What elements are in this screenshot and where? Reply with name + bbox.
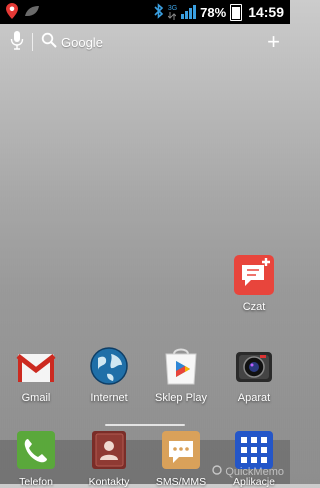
network-3g-icon: 3G bbox=[168, 5, 177, 20]
battery-icon bbox=[230, 3, 243, 21]
network-type-label: 3G bbox=[167, 4, 178, 12]
leaf-icon bbox=[24, 5, 40, 20]
app-label: Czat bbox=[242, 301, 266, 313]
app-label: SMS/MMS bbox=[155, 476, 207, 488]
gmail-icon bbox=[16, 346, 56, 386]
watermark-label: QuickMemo bbox=[225, 465, 284, 478]
google-label[interactable]: Google bbox=[61, 35, 103, 50]
phone-icon bbox=[16, 430, 56, 470]
dock-messaging[interactable]: SMS/MMS bbox=[145, 430, 217, 488]
app-play-store[interactable]: Sklep Play bbox=[145, 346, 217, 404]
app-label: Sklep Play bbox=[155, 392, 207, 404]
battery-percent: 78% bbox=[200, 4, 227, 20]
dock-applications[interactable]: Aplikacje bbox=[218, 430, 290, 488]
globe-icon bbox=[89, 346, 129, 386]
play-store-icon bbox=[161, 346, 201, 386]
app-label: Aparat bbox=[237, 392, 271, 404]
status-time: 14:59 bbox=[248, 4, 284, 20]
signal-bars-icon bbox=[181, 5, 197, 19]
app-internet[interactable]: Internet bbox=[73, 346, 145, 404]
app-label: Kontakty bbox=[88, 476, 130, 488]
chat-icon bbox=[234, 255, 274, 295]
camera-icon bbox=[234, 346, 274, 386]
dock-phone[interactable]: Telefon bbox=[0, 430, 72, 488]
app-label: Internet bbox=[90, 392, 128, 404]
bluetooth-icon bbox=[154, 2, 164, 22]
quickmemo-watermark: QuickMemo bbox=[212, 465, 284, 478]
app-camera[interactable]: Aparat bbox=[218, 346, 290, 404]
page-indicator bbox=[105, 424, 185, 426]
add-widget-button[interactable]: + bbox=[267, 31, 280, 53]
microphone-icon[interactable] bbox=[10, 30, 24, 55]
google-search-bar[interactable]: Google + bbox=[0, 28, 290, 56]
quickmemo-icon bbox=[212, 465, 223, 478]
dock-contacts[interactable]: Kontakty bbox=[73, 430, 145, 488]
app-gmail[interactable]: Gmail bbox=[0, 346, 72, 404]
app-czat[interactable]: Czat bbox=[218, 255, 290, 313]
divider bbox=[32, 33, 33, 51]
search-icon[interactable] bbox=[41, 32, 57, 53]
contacts-icon bbox=[89, 430, 129, 470]
status-bar: 3G 78% 14:59 bbox=[0, 0, 290, 24]
app-grid-icon bbox=[234, 430, 274, 470]
message-icon bbox=[161, 430, 201, 470]
app-label: Telefon bbox=[19, 476, 53, 488]
app-label: Gmail bbox=[21, 392, 51, 404]
location-pin-icon bbox=[6, 2, 18, 22]
